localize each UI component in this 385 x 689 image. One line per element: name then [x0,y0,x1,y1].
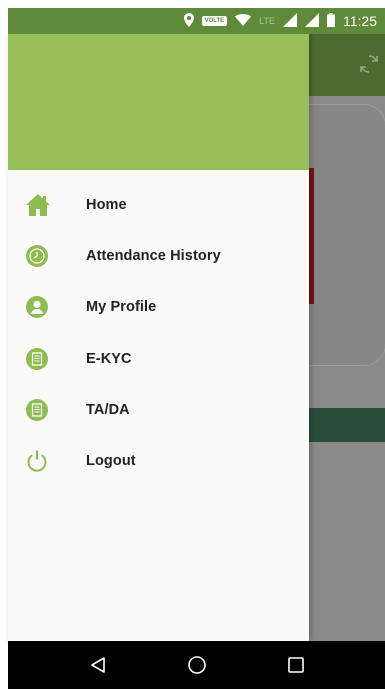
document-icon [8,398,86,422]
menu-item-label: E-KYC [86,350,132,367]
signal-icon [305,12,319,30]
profile-icon [8,295,86,319]
wifi-icon [235,13,252,29]
menu-item-ta-da[interactable]: TA/DA [8,384,309,435]
menu-item-home[interactable]: Home [8,179,309,230]
back-icon[interactable] [78,645,118,685]
lte-label: LTE [259,16,275,26]
system-nav-bar [8,641,385,689]
menu-item-label: TA/DA [86,401,130,418]
status-bar: VOLTE LTE 11:25 [8,8,385,34]
menu-item-label: Attendance History [86,247,221,264]
document-icon [8,347,86,371]
refresh-icon[interactable] [357,52,381,76]
menu-item-e-kyc[interactable]: E-KYC [8,333,309,384]
menu-item-attendance-history[interactable]: Attendance History [8,230,309,281]
drawer-header [8,34,309,170]
menu-item-label: My Profile [86,299,157,316]
home-circle-icon[interactable] [177,645,217,685]
navigation-drawer: Home Attendance History My Profile E-KYC… [8,34,309,641]
clock-icon [8,244,86,268]
menu-item-label: Home [86,196,127,213]
signal-icon [283,12,297,30]
power-icon [8,449,86,473]
location-icon [183,12,194,30]
home-icon [8,193,86,217]
status-time: 11:25 [343,13,377,29]
menu-item-my-profile[interactable]: My Profile [8,282,309,333]
menu-item-logout[interactable]: Logout [8,435,309,486]
menu-item-label: Logout [86,453,136,470]
drawer-menu: Home Attendance History My Profile E-KYC… [8,179,309,487]
recents-icon[interactable] [276,645,316,685]
volte-icon: VOLTE [201,16,228,26]
battery-icon [327,12,335,30]
